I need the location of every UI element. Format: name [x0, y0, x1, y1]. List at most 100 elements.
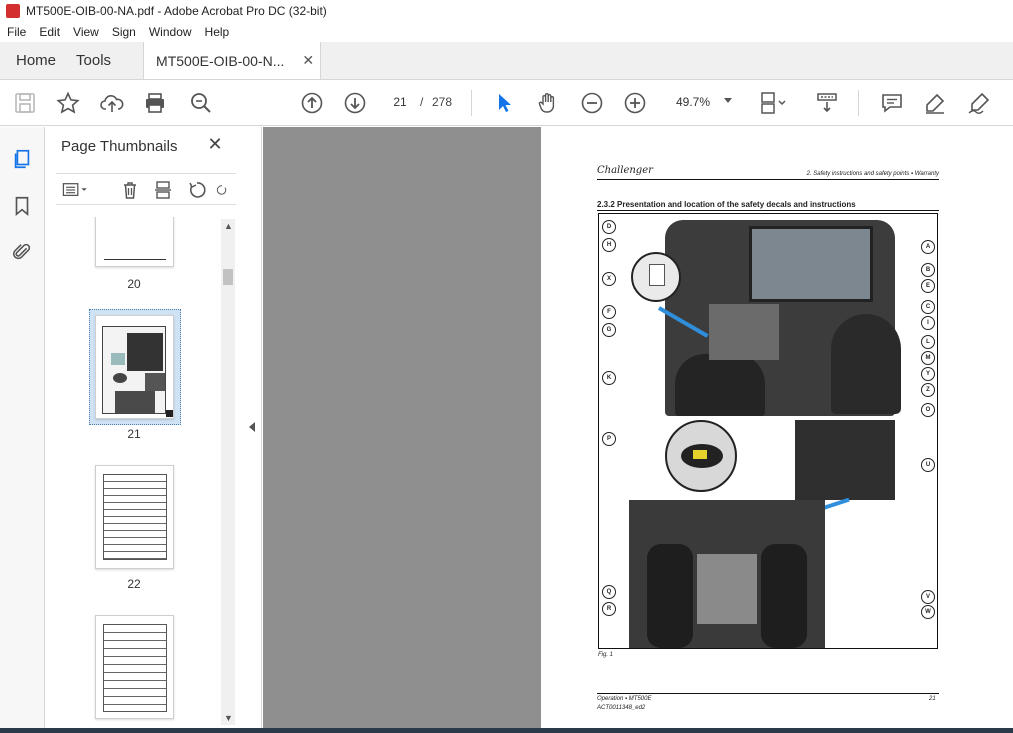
engine-area: [709, 304, 779, 360]
callout-label: A: [921, 240, 935, 254]
callout-label: D: [602, 220, 616, 234]
menu-edit[interactable]: Edit: [32, 25, 66, 39]
footer-title: Operation ▪ MT500E: [597, 696, 652, 702]
callout-label: H: [602, 238, 616, 252]
thumbnail-page-23[interactable]: [95, 615, 174, 719]
section-rule: [597, 210, 939, 211]
highlight-icon[interactable]: [922, 90, 948, 116]
delete-icon[interactable]: [119, 180, 141, 200]
page-layout-icon[interactable]: [757, 90, 791, 116]
extract-pages-icon[interactable]: [152, 180, 174, 200]
comment-icon[interactable]: [879, 90, 905, 116]
callout-label: Z: [921, 383, 935, 397]
thumbnail-label: 22: [127, 577, 141, 591]
callout-label: C: [921, 300, 935, 314]
page-down-icon[interactable]: [342, 90, 368, 116]
callout-label: W: [921, 605, 935, 619]
title-bar: MT500E-OIB-00-NA.pdf - Adobe Acrobat Pro…: [0, 0, 1013, 22]
thumbnail-page-21[interactable]: [95, 315, 174, 419]
page-running-header: 2. Safety instructions and safety points…: [806, 171, 939, 177]
tab-tools[interactable]: Tools: [72, 42, 127, 79]
callout-label: M: [921, 351, 935, 365]
callout-label: Q: [602, 585, 616, 599]
window-title: MT500E-OIB-00-NA.pdf - Adobe Acrobat Pro…: [26, 4, 327, 18]
thumbnail-page-22[interactable]: [95, 465, 174, 569]
menu-window[interactable]: Window: [142, 25, 198, 39]
star-icon[interactable]: [55, 90, 81, 116]
menu-sign[interactable]: Sign: [105, 25, 142, 39]
callout-label: X: [602, 272, 616, 286]
tab-document-label: MT500E-OIB-00-N...: [156, 52, 285, 69]
zoom-level-dropdown[interactable]: 49.7%: [668, 90, 738, 114]
rear-left-wheel: [647, 544, 693, 648]
menu-view[interactable]: View: [66, 25, 105, 39]
scroll-up-icon[interactable]: ▲: [224, 221, 233, 231]
thumbnail-list: 20 21 22: [46, 217, 220, 727]
taskbar-edge: [0, 728, 1013, 733]
pdf-page: Challenger 2. Safety instructions and sa…: [541, 127, 1013, 733]
callout-label: G: [602, 323, 616, 337]
bookmark-icon[interactable]: [10, 194, 34, 218]
tab-bar: Home Tools MT500E-OIB-00-N... ✕: [0, 42, 1013, 80]
callout-label: U: [921, 458, 935, 472]
cab-window: [749, 226, 873, 302]
acrobat-app-icon: [6, 4, 20, 18]
thumbnail-page-20[interactable]: [95, 217, 174, 267]
figure-caption: Fig. 1: [598, 652, 614, 658]
scroll-down-icon[interactable]: ▼: [224, 713, 233, 723]
pages-icon[interactable]: [10, 147, 34, 171]
toolbar-divider: [471, 90, 472, 116]
left-rail: [0, 127, 45, 733]
callout-label: L: [921, 335, 935, 349]
callout-label: O: [921, 403, 935, 417]
page-number-input[interactable]: 21: [386, 90, 414, 114]
toolbar-divider: [858, 90, 859, 116]
tab-home[interactable]: Home: [0, 42, 72, 79]
print-icon[interactable]: [142, 90, 168, 116]
tab-document[interactable]: MT500E-OIB-00-N... ✕: [143, 42, 322, 79]
menu-help[interactable]: Help: [198, 25, 236, 39]
inset-decal-p: [665, 420, 737, 492]
callout-label: V: [921, 590, 935, 604]
close-tab-icon[interactable]: ✕: [302, 52, 314, 69]
thumbnail-label: 21: [127, 427, 141, 441]
thumbnail-label: 20: [127, 277, 141, 291]
options-menu-icon[interactable]: [60, 180, 92, 200]
attachment-icon[interactable]: [10, 240, 34, 264]
rear-right-wheel: [761, 544, 807, 648]
hand-icon[interactable]: [535, 90, 561, 116]
callout-label: P: [602, 432, 616, 446]
front-wheel: [675, 354, 765, 416]
select-arrow-icon[interactable]: [491, 90, 517, 116]
scrollbar-thumb[interactable]: [223, 269, 233, 285]
close-panel-icon[interactable]: ✕: [206, 135, 224, 153]
zoom-out-icon[interactable]: [579, 90, 605, 116]
menu-file[interactable]: File: [0, 25, 32, 39]
callout-label: E: [921, 279, 935, 293]
callout-label: I: [921, 316, 935, 330]
callout-label: F: [602, 305, 616, 319]
zoom-search-icon[interactable]: [188, 90, 214, 116]
panel-splitter[interactable]: [242, 127, 262, 733]
sign-icon[interactable]: [966, 90, 992, 116]
header-rule: [597, 179, 939, 180]
rear-wheel: [831, 314, 901, 414]
upload-icon[interactable]: [99, 90, 125, 116]
zoom-in-icon[interactable]: [622, 90, 648, 116]
document-viewport[interactable]: Challenger 2. Safety instructions and sa…: [263, 127, 1013, 733]
save-icon[interactable]: [12, 90, 38, 116]
callout-label: K: [602, 371, 616, 385]
rear-detail-image: [795, 420, 895, 500]
page-total: 278: [432, 95, 453, 109]
main-toolbar: 21 / 278 49.7%: [0, 80, 1013, 126]
footer-page-number: 21: [929, 696, 936, 702]
thumbnail-toolbar: [56, 173, 236, 205]
callout-label: Y: [921, 367, 935, 381]
rotate-icon[interactable]: [186, 180, 208, 200]
callout-label: R: [602, 602, 616, 616]
thumbnail-scrollbar[interactable]: ▲ ▼: [221, 219, 235, 725]
collapse-panel-icon[interactable]: [249, 422, 255, 432]
scroll-mode-icon[interactable]: [814, 90, 840, 116]
rotate-clockwise-icon[interactable]: [216, 180, 228, 200]
page-up-icon[interactable]: [299, 90, 325, 116]
